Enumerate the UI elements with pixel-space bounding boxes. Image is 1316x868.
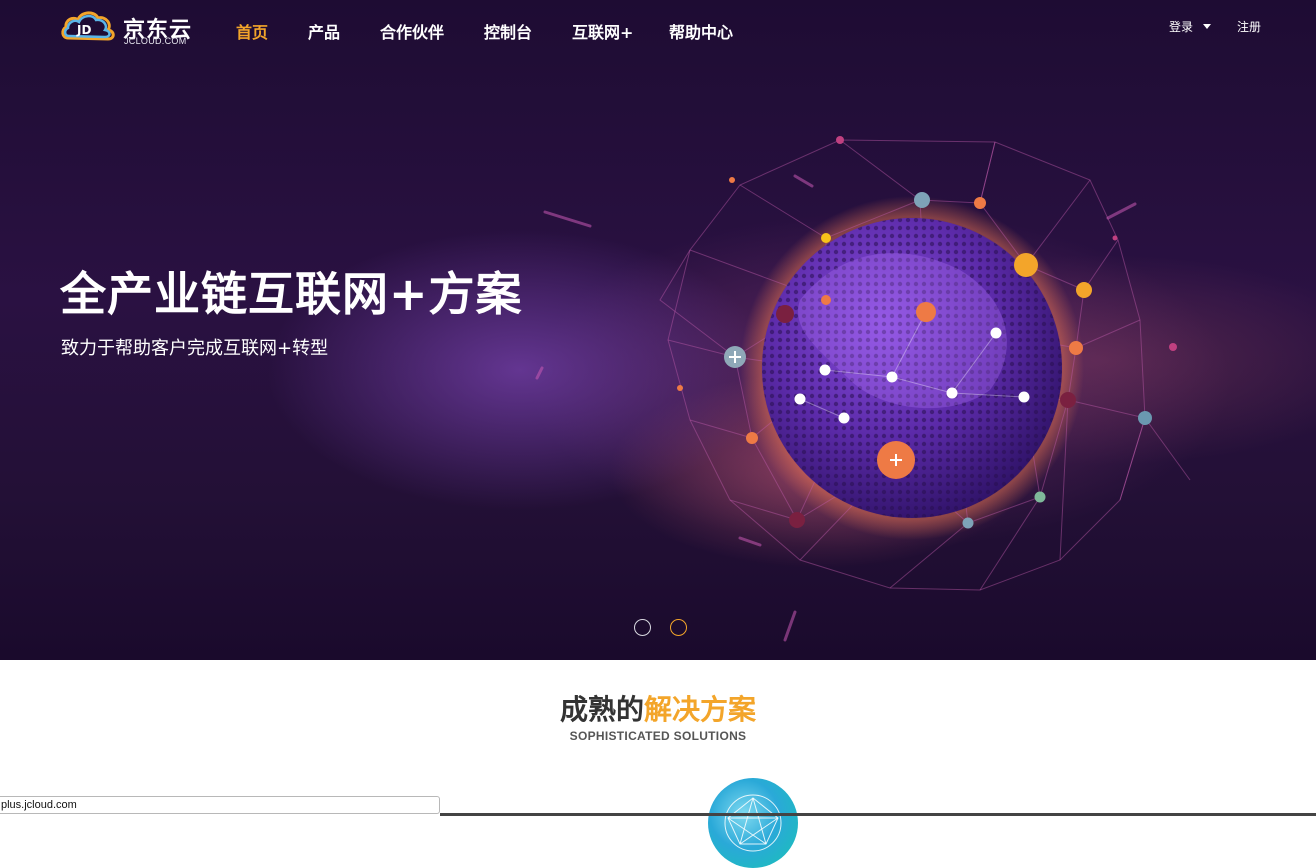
carousel-dot-2[interactable]	[670, 619, 687, 636]
hero-banner: JD 京东云 JCLOUD.COM 首页 产品 合作伙伴 控制台 互联网+ 帮助…	[0, 0, 1316, 660]
section-subtitle: SOPHISTICATED SOLUTIONS	[569, 729, 747, 743]
solution-mesh-icon	[724, 794, 782, 852]
logo-name-en: JCLOUD.COM	[124, 36, 187, 46]
carousel-dot-1[interactable]	[634, 619, 651, 636]
register-link[interactable]: 注册	[1237, 18, 1261, 35]
plus-icon[interactable]	[877, 441, 915, 479]
solution-globe-icon[interactable]	[708, 778, 798, 868]
caret-down-icon[interactable]	[1203, 24, 1211, 29]
nav-item-home[interactable]: 首页	[236, 19, 268, 43]
plus-icon[interactable]	[724, 346, 746, 368]
nav-item-partners[interactable]: 合作伙伴	[380, 19, 444, 43]
nav-item-help-center[interactable]: 帮助中心	[669, 19, 733, 43]
hero-title: 全产业链互联网+方案	[60, 267, 523, 321]
globe-illustration	[535, 136, 1191, 642]
nav-item-products[interactable]: 产品	[308, 19, 340, 43]
nav-item-console[interactable]: 控制台	[484, 19, 532, 43]
cloud-logo-icon: JD	[61, 11, 115, 41]
login-link[interactable]: 登录	[1169, 18, 1193, 35]
jcloud-logo[interactable]: JD 京东云 JCLOUD.COM	[60, 6, 200, 46]
section-title-part2: 解决方案	[644, 693, 757, 726]
svg-text:JD: JD	[76, 23, 91, 37]
section-title: 成熟的解决方案	[0, 688, 1316, 728]
hero-subtitle: 致力于帮助客户完成互联网+转型	[61, 338, 329, 359]
nav-item-internet-plus[interactable]: 互联网+	[572, 19, 633, 43]
browser-status-bar: plus.jcloud.com	[0, 796, 440, 814]
top-navbar: JD 京东云 JCLOUD.COM 首页 产品 合作伙伴 控制台 互联网+ 帮助…	[0, 0, 1316, 60]
section-title-part1: 成熟的	[559, 693, 644, 726]
